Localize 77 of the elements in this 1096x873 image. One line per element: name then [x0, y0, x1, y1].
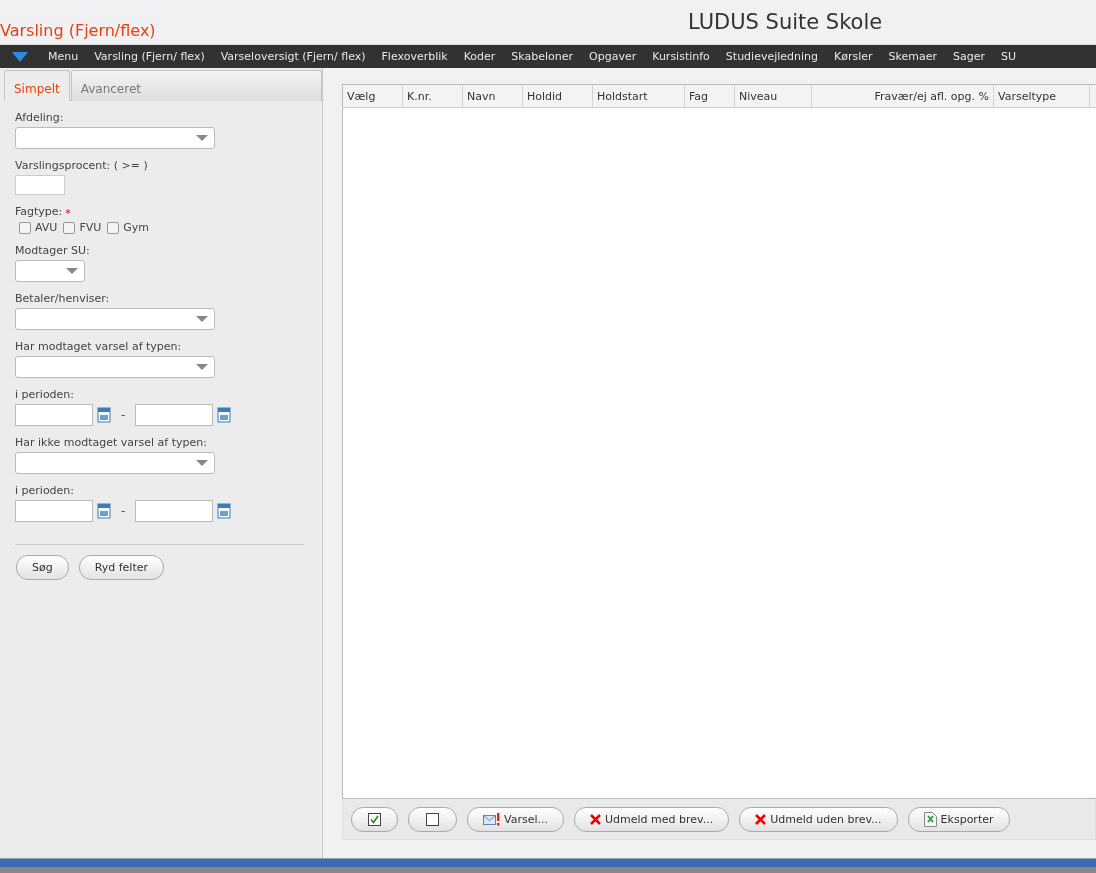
form-button[interactable]: Ryd felter — [78, 555, 165, 580]
nav-item[interactable]: Kørsler — [834, 50, 873, 63]
x-icon — [755, 813, 767, 825]
column-header[interactable]: Holdid — [523, 85, 593, 107]
calendar-icon[interactable] — [217, 407, 232, 423]
checkbox[interactable] — [19, 221, 31, 234]
nav-item[interactable]: Koder — [463, 50, 496, 63]
field-label: Betaler/henviser: — [15, 292, 110, 305]
input-field[interactable] — [15, 175, 65, 195]
column-header[interactable]: Niveau — [735, 85, 812, 107]
range-separator: - — [121, 408, 126, 422]
checkbox-label: Gym — [123, 221, 150, 234]
field-label: i perioden: — [15, 388, 75, 401]
export-button[interactable]: Eksporter — [907, 806, 1010, 832]
dropdown[interactable] — [15, 260, 85, 282]
checkbox-label: FVU — [79, 221, 102, 234]
column-header[interactable]: Fravær/ej afl. opg. % — [812, 85, 994, 107]
unenroll-button[interactable]: Udmeld uden brev... — [739, 806, 898, 832]
page-title: Varsling (Fjern/flex) — [0, 21, 156, 42]
field-label: Afdeling: — [15, 111, 64, 124]
caret-icon — [196, 364, 208, 370]
dropdown[interactable] — [15, 356, 215, 378]
date-field[interactable] — [135, 500, 214, 522]
date-field[interactable] — [15, 500, 93, 522]
column-header[interactable]: K.nr. — [403, 85, 463, 107]
field-label: Varslingsprocent: ( >= ) — [15, 159, 148, 172]
form-button[interactable]: Søg — [16, 555, 69, 580]
dropdown[interactable] — [15, 452, 215, 474]
nav-item[interactable]: Kursistinfo — [652, 50, 710, 63]
envelope-icon — [483, 812, 500, 826]
date-field[interactable] — [15, 404, 93, 426]
app-title: LUDUS Suite Skole — [688, 10, 883, 34]
column-header[interactable]: Fag — [685, 85, 735, 107]
column-header[interactable]: Vælg — [343, 85, 403, 107]
nav-item[interactable]: SU — [1001, 50, 1017, 63]
field-label: Har ikke modtaget varsel af typen: — [15, 436, 207, 449]
nav-item[interactable]: Skabeloner — [511, 50, 574, 63]
spreadsheet-icon — [923, 811, 937, 827]
caret-icon — [196, 460, 208, 466]
nav-item[interactable]: Skemaer — [888, 50, 938, 63]
column-header[interactable]: Navn — [463, 85, 523, 107]
checkbox-label: AVU — [35, 221, 58, 234]
caret-icon — [196, 316, 208, 322]
nav-item[interactable]: Opgaver — [589, 50, 637, 63]
calendar-icon[interactable] — [97, 503, 111, 519]
dropdown[interactable] — [15, 127, 215, 149]
nav-item[interactable]: Sager — [953, 50, 986, 63]
caret-icon — [196, 135, 208, 141]
column-header[interactable]: Varseltype — [994, 85, 1090, 107]
nav-item[interactable]: Varsling (Fjern/ flex) — [94, 50, 205, 63]
nav-item[interactable]: Studievejledning — [725, 50, 819, 63]
field-label: Fagtype: — [15, 205, 63, 218]
calendar-icon[interactable] — [217, 503, 232, 519]
field-label: i perioden: — [15, 484, 75, 497]
range-separator: - — [121, 504, 126, 518]
x-icon — [590, 813, 601, 825]
tab[interactable]: Avanceret — [70, 70, 322, 101]
field-label: Har modtaget varsel af typen: — [15, 340, 182, 353]
calendar-icon[interactable] — [97, 407, 111, 423]
empty-box-icon — [426, 812, 439, 826]
uncheck-all-button[interactable] — [408, 806, 457, 832]
date-field[interactable] — [135, 404, 214, 426]
column-header[interactable]: Holdstart — [593, 85, 685, 107]
nav-item[interactable]: Flexoverblik — [381, 50, 448, 63]
nav-item[interactable]: Menu — [48, 50, 79, 63]
required-mark: * — [65, 206, 71, 220]
checkbox[interactable] — [107, 221, 120, 234]
checkbox[interactable] — [63, 221, 76, 234]
dropdown[interactable] — [15, 308, 215, 330]
nav-item[interactable]: Varseloversigt (Fjern/ flex) — [220, 50, 366, 63]
dropdown-triangle-icon[interactable] — [12, 51, 28, 62]
warning-button[interactable]: Varsel... — [467, 806, 564, 832]
unenroll-button[interactable]: Udmeld med brev... — [574, 806, 730, 832]
caret-icon — [66, 268, 78, 274]
field-label: Modtager SU: — [15, 244, 90, 257]
checked-box-icon — [368, 812, 381, 826]
check-all-button[interactable] — [351, 806, 398, 832]
